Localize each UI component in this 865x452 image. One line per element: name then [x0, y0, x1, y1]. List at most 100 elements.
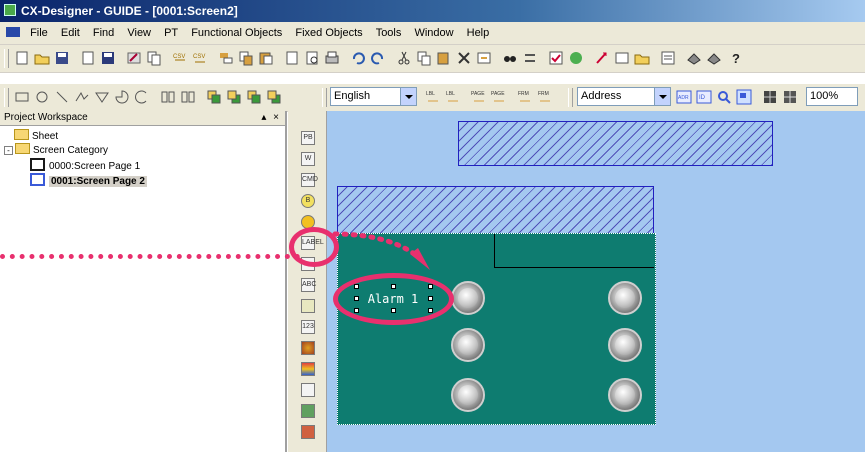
- language-select[interactable]: English: [330, 87, 417, 106]
- grid-snap-icon[interactable]: [782, 89, 798, 105]
- polygon-tool-icon[interactable]: [94, 89, 110, 105]
- redo-icon[interactable]: [370, 50, 386, 66]
- rectangle-tool-icon[interactable]: [14, 89, 30, 105]
- frame-next-icon[interactable]: FRM: [537, 89, 553, 105]
- circle-tool-icon[interactable]: [34, 89, 50, 105]
- properties-icon[interactable]: [660, 50, 676, 66]
- bit-lamp-object-button[interactable]: B: [301, 194, 315, 208]
- lamp-object[interactable]: [608, 378, 642, 412]
- lamp-object[interactable]: [451, 281, 485, 315]
- tree-item-screen-page-1[interactable]: 0000:Screen Page 1: [30, 158, 140, 173]
- page-icon[interactable]: [80, 50, 96, 66]
- menu-window[interactable]: Window: [409, 22, 458, 44]
- csv-export-icon[interactable]: CSV: [172, 50, 188, 66]
- chevron-down-icon[interactable]: [400, 88, 416, 105]
- delete-icon[interactable]: [456, 50, 472, 66]
- save-all-icon[interactable]: [54, 50, 70, 66]
- undo-icon[interactable]: [350, 50, 366, 66]
- window-icon[interactable]: [614, 50, 630, 66]
- new-icon[interactable]: [14, 50, 30, 66]
- alarm-event-object-button[interactable]: [301, 362, 315, 376]
- chevron-down-icon[interactable]: [654, 88, 670, 105]
- word-button-object-button[interactable]: W: [301, 152, 315, 166]
- edit-icon[interactable]: [126, 50, 142, 66]
- toolbar-grip-2[interactable]: [4, 88, 9, 107]
- toolbar-grip[interactable]: [4, 49, 9, 68]
- lamp-object[interactable]: [451, 328, 485, 362]
- copy2-icon[interactable]: [416, 50, 432, 66]
- paste2-icon[interactable]: [436, 50, 452, 66]
- string-display-object-button[interactable]: ABC: [301, 278, 316, 292]
- cut-icon[interactable]: [396, 50, 412, 66]
- paste-icon[interactable]: [258, 50, 274, 66]
- workspace-controls[interactable]: ▴ ×: [261, 111, 281, 125]
- collapse-icon[interactable]: -: [4, 146, 13, 155]
- label-prev-icon[interactable]: LBL: [425, 89, 441, 105]
- list-object-button[interactable]: [301, 299, 315, 313]
- print-icon[interactable]: [324, 50, 340, 66]
- replace-icon[interactable]: [522, 50, 538, 66]
- menu-fixed-objects[interactable]: Fixed Objects: [290, 22, 367, 44]
- command-button-object-button[interactable]: CMD: [301, 173, 318, 187]
- toolbar-grip-3[interactable]: [322, 88, 327, 107]
- test-icon[interactable]: [568, 50, 584, 66]
- menu-tools[interactable]: Tools: [371, 22, 407, 44]
- broken-line-graph-object-button[interactable]: [301, 383, 315, 397]
- duplicate-icon[interactable]: [284, 50, 300, 66]
- help-icon[interactable]: ?: [728, 50, 744, 66]
- forward-icon[interactable]: [246, 89, 262, 105]
- mdi-icon[interactable]: [6, 27, 20, 37]
- menu-file[interactable]: File: [25, 22, 53, 44]
- polyline-tool-icon[interactable]: [74, 89, 90, 105]
- search-icon[interactable]: [502, 50, 518, 66]
- menu-view[interactable]: View: [122, 22, 156, 44]
- grid-icon[interactable]: [762, 89, 778, 105]
- bitmap-object-button[interactable]: [301, 404, 315, 418]
- save-icon[interactable]: [100, 50, 116, 66]
- check-icon[interactable]: [548, 50, 564, 66]
- tree-item-screen-page-2[interactable]: 0001:Screen Page 2: [30, 173, 147, 188]
- id-display-icon[interactable]: ID: [696, 89, 712, 105]
- menu-edit[interactable]: Edit: [56, 22, 85, 44]
- numeral-display-object-button[interactable]: 123: [301, 320, 315, 334]
- find-replace-icon[interactable]: [476, 50, 492, 66]
- bring-front-icon[interactable]: [206, 89, 222, 105]
- sector-tool-icon[interactable]: [114, 89, 130, 105]
- video-object-button[interactable]: [301, 425, 315, 439]
- pushbutton-object-button[interactable]: PB: [301, 131, 315, 145]
- menu-help[interactable]: Help: [462, 22, 495, 44]
- line-tool-icon[interactable]: [54, 89, 70, 105]
- page-next-icon[interactable]: PAGE: [491, 89, 507, 105]
- group-icon[interactable]: [160, 89, 176, 105]
- ungroup-icon[interactable]: [180, 89, 196, 105]
- library-icon[interactable]: [686, 50, 702, 66]
- print-preview-icon[interactable]: [304, 50, 320, 66]
- csv-import-icon[interactable]: CSV: [192, 50, 208, 66]
- label-next-icon[interactable]: LBL: [445, 89, 461, 105]
- lamp-object[interactable]: [451, 378, 485, 412]
- open-icon[interactable]: [34, 50, 50, 66]
- menu-pt[interactable]: PT: [159, 22, 183, 44]
- frame-prev-icon[interactable]: FRM: [517, 89, 533, 105]
- send-back-icon[interactable]: [226, 89, 242, 105]
- align-icon[interactable]: [218, 50, 234, 66]
- arc-tool-icon[interactable]: [134, 89, 150, 105]
- level-meter-object-button[interactable]: [301, 341, 315, 355]
- tree-item-screen-category[interactable]: - Screen Category: [4, 143, 108, 157]
- menu-find[interactable]: Find: [88, 22, 119, 44]
- folder2-icon[interactable]: [634, 50, 650, 66]
- lamp-object[interactable]: [608, 281, 642, 315]
- lamp-object[interactable]: [608, 328, 642, 362]
- menu-functional-objects[interactable]: Functional Objects: [186, 22, 287, 44]
- zoom-search-icon[interactable]: [716, 89, 732, 105]
- transfer-icon[interactable]: [594, 50, 610, 66]
- zoom-field[interactable]: 100%: [806, 87, 858, 106]
- copy-screen-icon[interactable]: [146, 50, 162, 66]
- toolbar-grip-4[interactable]: [568, 88, 573, 107]
- address-display-icon[interactable]: ADR: [676, 89, 692, 105]
- address-select[interactable]: Address: [577, 87, 671, 106]
- toggle-view-icon[interactable]: [736, 89, 752, 105]
- tree-item-sheet[interactable]: Sheet: [14, 129, 58, 143]
- object-icon[interactable]: [706, 50, 722, 66]
- page-prev-icon[interactable]: PAGE: [471, 89, 487, 105]
